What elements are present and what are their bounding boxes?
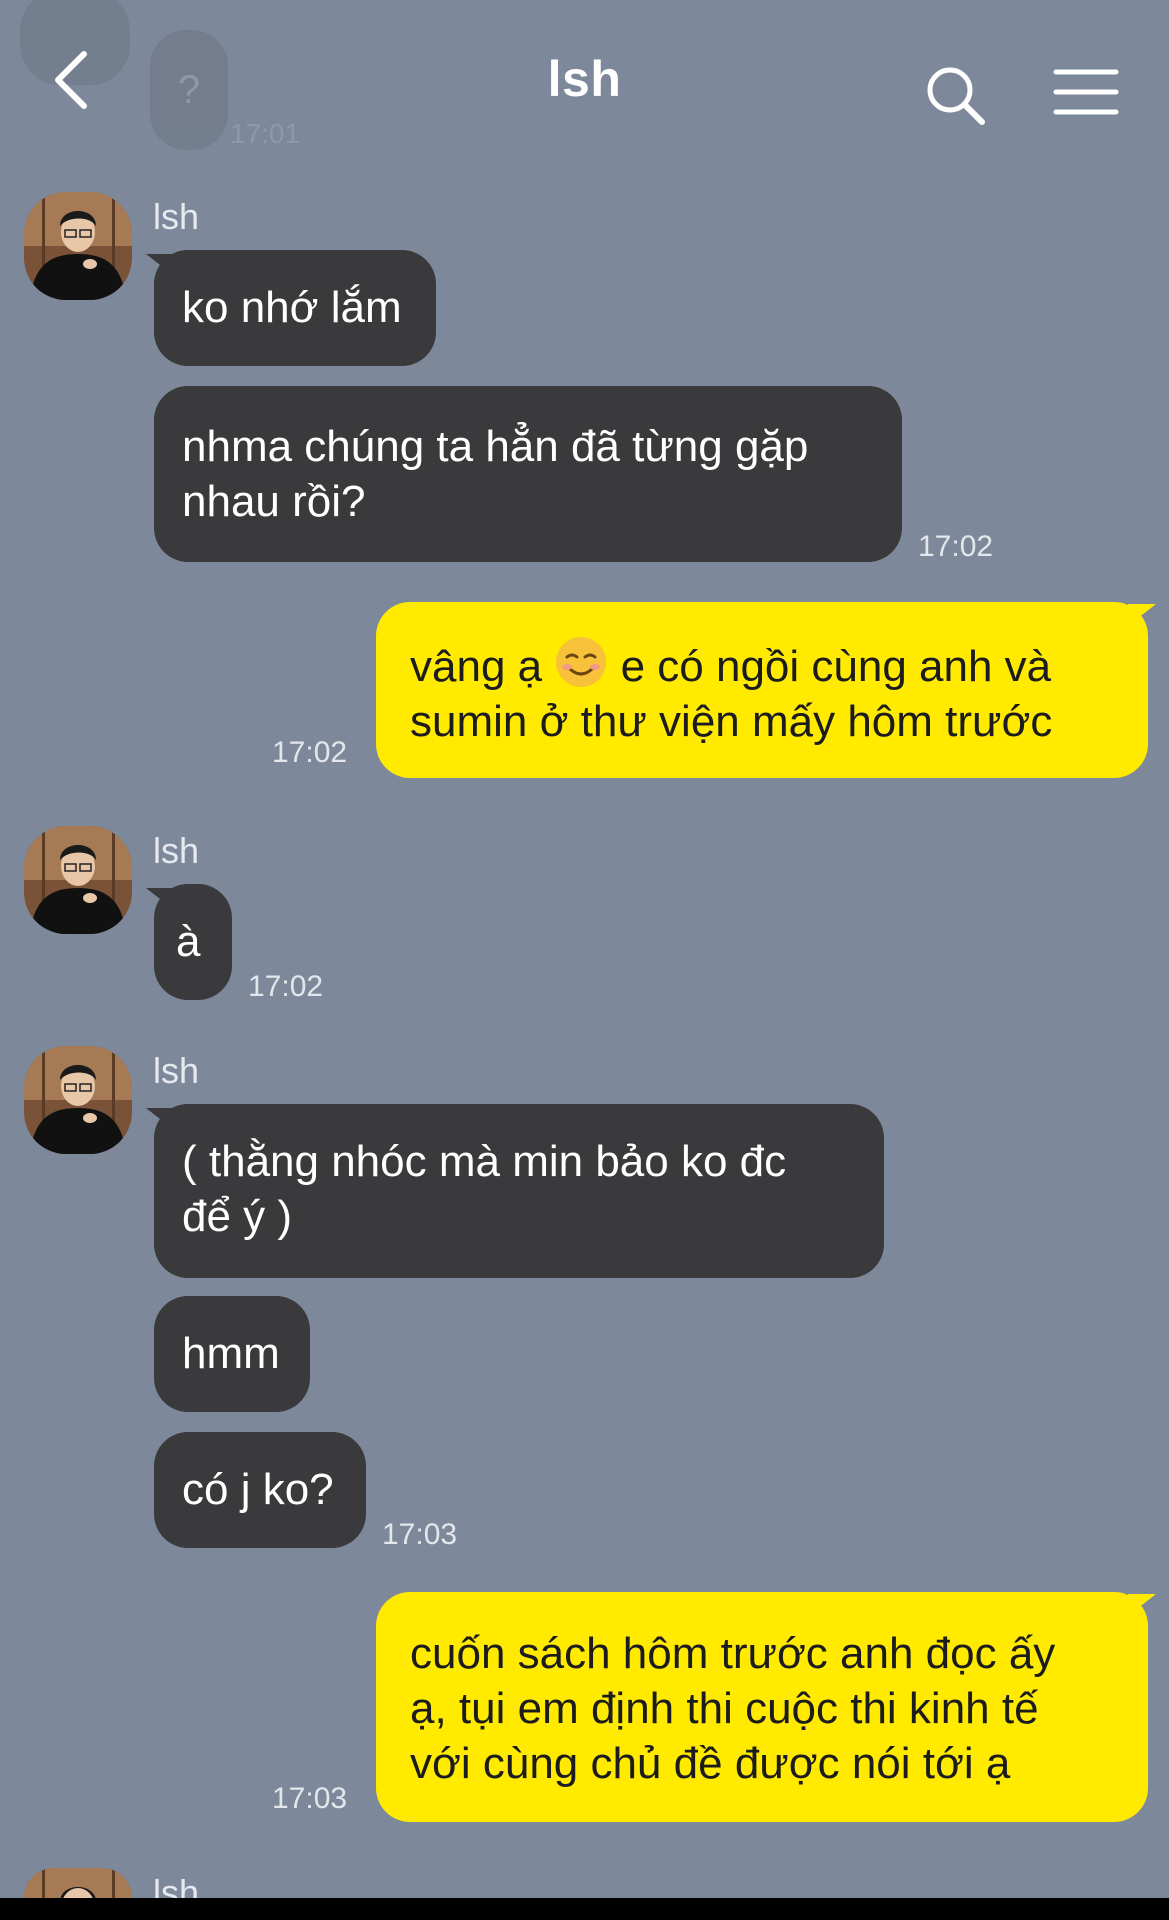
message-bubble[interactable]: à	[154, 884, 232, 1000]
chat-title: lsh	[547, 51, 622, 107]
message-line: vâng ạ e có ngồi cùng anh và	[410, 635, 1114, 694]
message-bubble[interactable]: nhma chúng ta hẳn đã từng gặp nhau rồi?	[154, 386, 902, 562]
profile-photo	[24, 192, 132, 300]
chat-header: lsh	[0, 0, 1169, 170]
message-text: ko nhớ lắm	[182, 283, 402, 332]
message-bubble[interactable]: cuốn sách hôm trước anh đọc ấy ạ, tụi em…	[376, 1592, 1148, 1822]
sender-name: lsh	[153, 830, 200, 871]
sender-name: lsh	[153, 196, 200, 237]
avatar[interactable]	[24, 192, 132, 300]
avatar[interactable]	[24, 1046, 132, 1154]
sender-name: lsh	[153, 1050, 200, 1091]
smiling-face-icon	[556, 637, 607, 687]
hamburger-menu-icon	[1053, 69, 1119, 115]
message-bubble[interactable]: hmm	[154, 1296, 310, 1412]
search-button[interactable]	[920, 60, 990, 130]
bottom-edge	[0, 1898, 1169, 1920]
message-text: nhma chúng ta hẳn đã từng gặp nhau rồi?	[182, 422, 809, 526]
message-text: hmm	[182, 1329, 280, 1378]
search-icon	[927, 67, 985, 125]
avatar[interactable]	[24, 1868, 132, 1898]
profile-photo	[24, 1046, 132, 1154]
profile-photo	[24, 826, 132, 934]
message-line: sumin ở thư viện mấy hôm trước	[410, 697, 1053, 746]
message-line: với cùng chủ đề được nói tới ạ	[410, 1739, 1011, 1788]
message-bubble[interactable]: có j ko?	[154, 1432, 366, 1548]
profile-photo	[24, 1868, 132, 1898]
avatar[interactable]	[24, 826, 132, 934]
message-bubble[interactable]: vâng ạ e có ngồi cùng anh và sumin ở thư…	[376, 602, 1148, 778]
message-line: cuốn sách hôm trước anh đọc ấy	[410, 1629, 1056, 1678]
message-timestamp: 17:03	[382, 1518, 458, 1551]
message-timestamp: 17:02	[272, 736, 348, 769]
message-timestamp: 17:03	[272, 1782, 348, 1815]
message-text: có j ko?	[182, 1465, 334, 1514]
message-bubble[interactable]: ko nhớ lắm	[154, 250, 436, 366]
message-bubble[interactable]: ( thằng nhóc mà min bảo ko đc để ý )	[154, 1104, 884, 1278]
message-text: ( thằng nhóc mà min bảo ko đc để ý )	[182, 1137, 787, 1241]
message-timestamp: 17:02	[918, 530, 994, 563]
message-line: ạ, tụi em định thi cuộc thi kinh tế	[410, 1684, 1039, 1733]
message-text: à	[176, 917, 201, 966]
menu-button[interactable]	[1050, 62, 1122, 122]
message-timestamp: 17:02	[248, 970, 324, 1003]
